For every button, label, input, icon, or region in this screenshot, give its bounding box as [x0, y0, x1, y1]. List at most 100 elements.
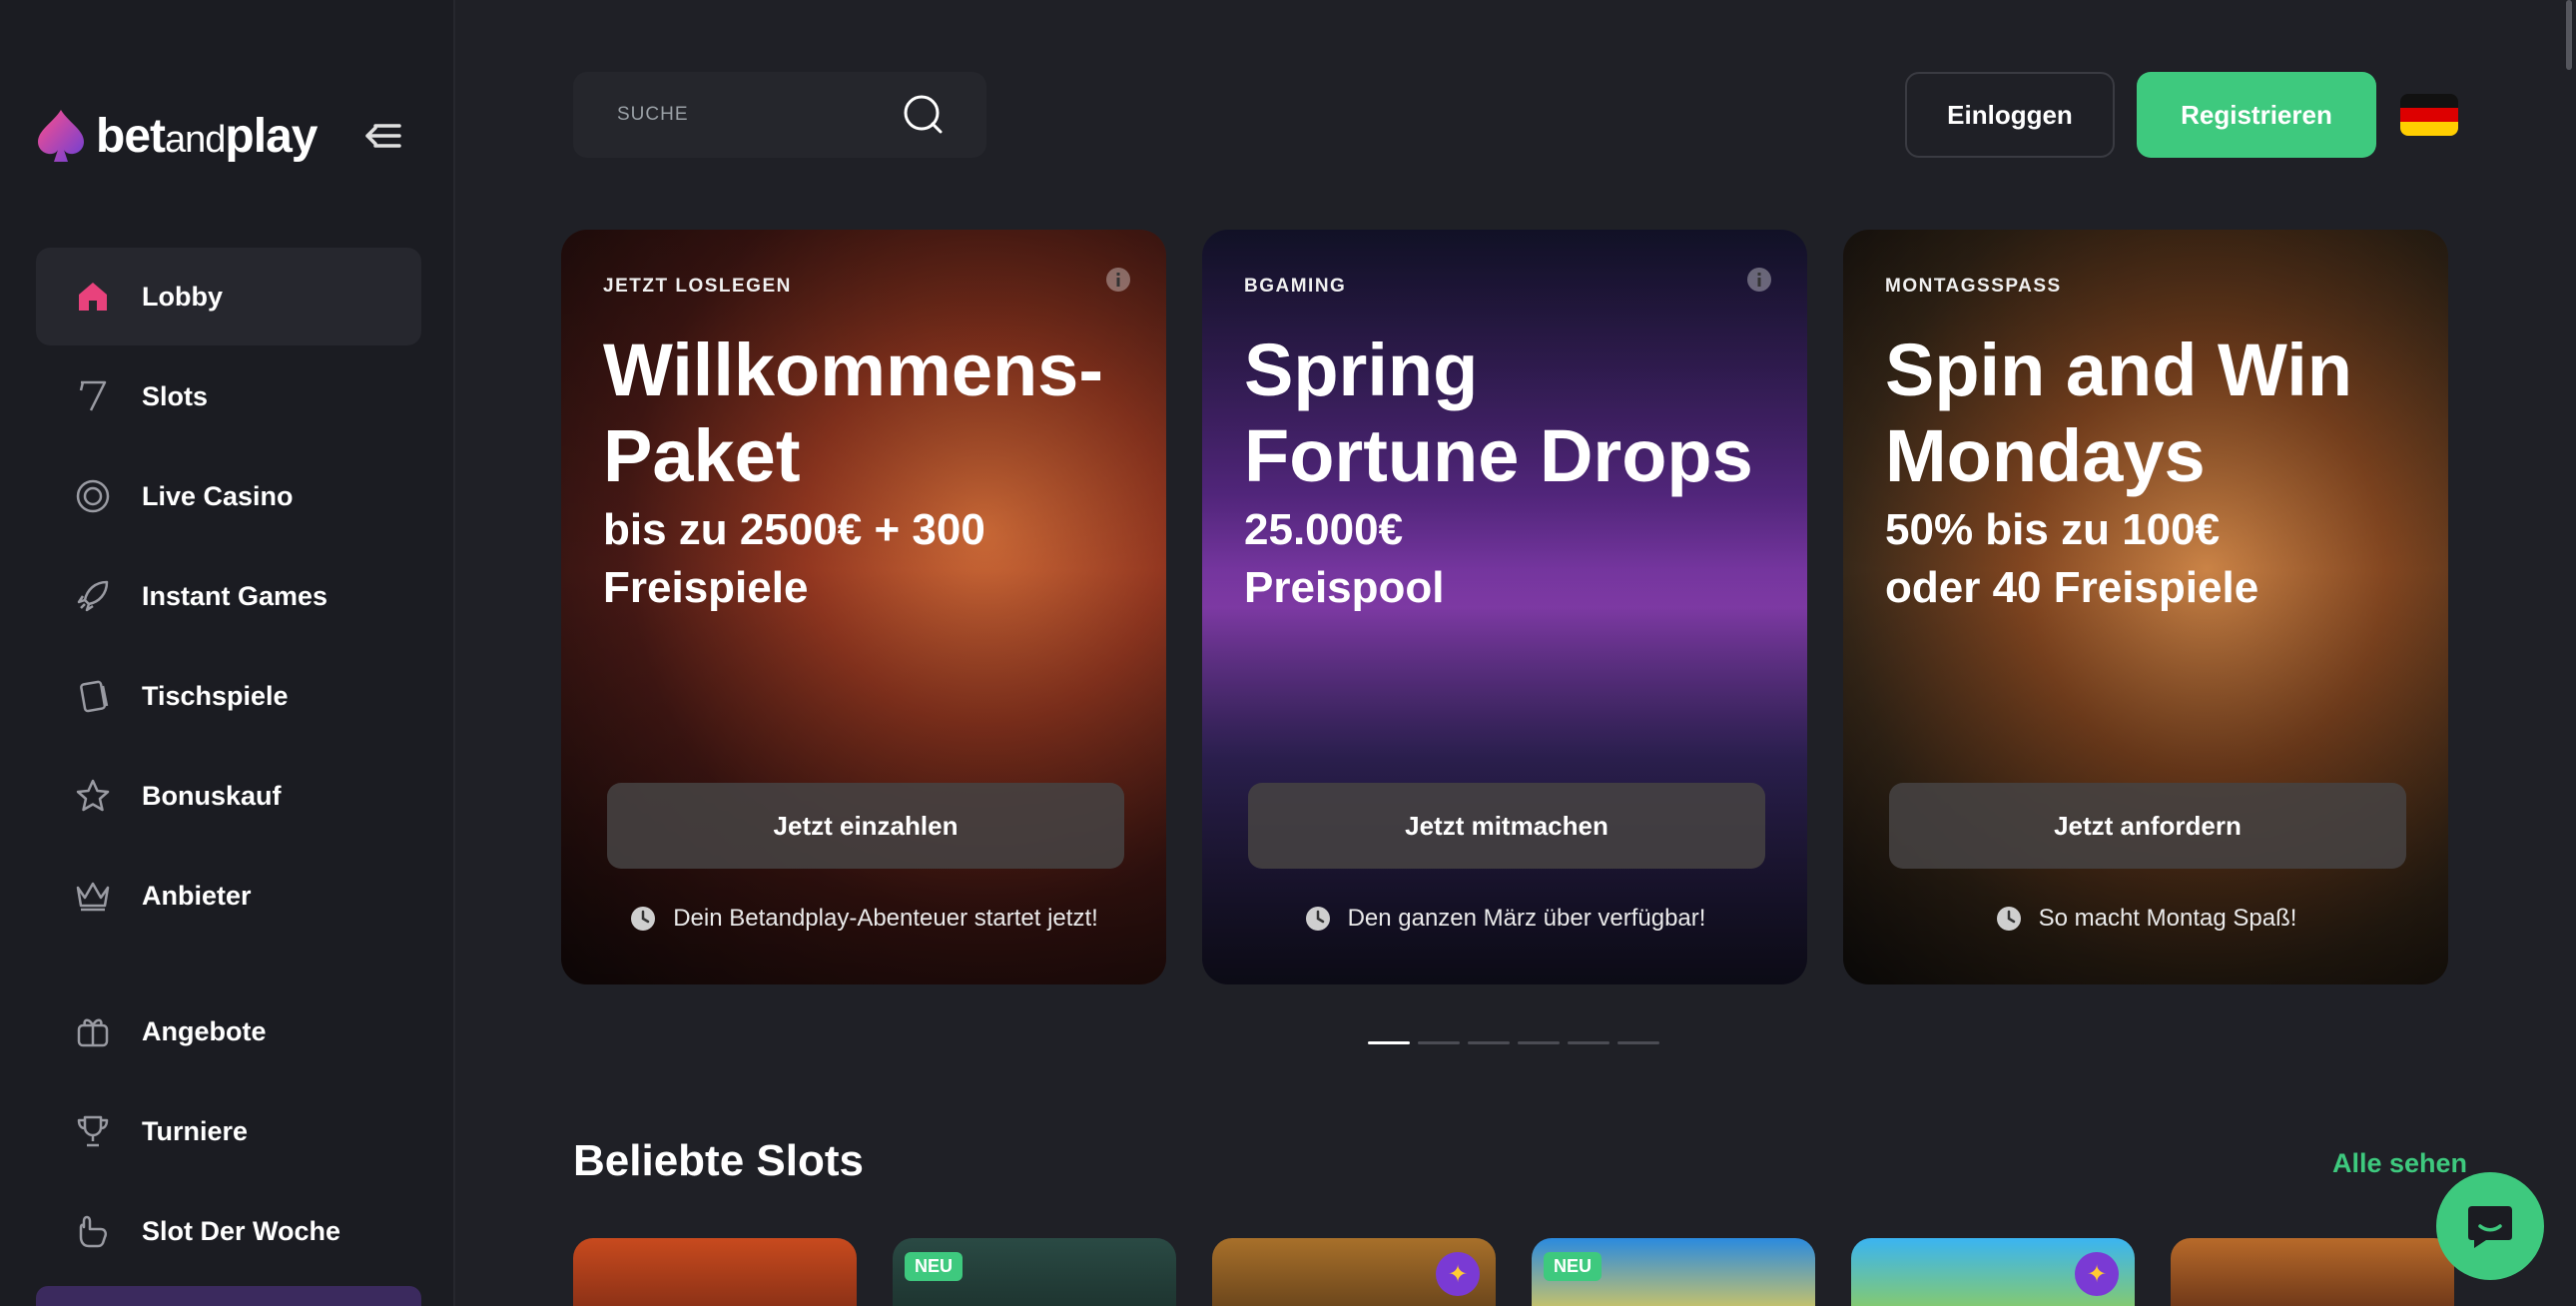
sidebar-bottom-banner[interactable]: [36, 1286, 421, 1306]
join-button[interactable]: Jetzt mitmachen: [1248, 783, 1765, 869]
sidebar-item-label: Live Casino: [142, 480, 294, 511]
cards-icon: [74, 677, 112, 715]
info-icon[interactable]: [1104, 266, 1132, 294]
language-flag-de-icon[interactable]: [2400, 94, 2458, 136]
sparkle-badge-icon: ✦: [2075, 1252, 2119, 1296]
slot-tiles-row: NEU ✦ NEU ✦: [573, 1238, 2454, 1306]
promo-title-line: Willkommens-: [603, 328, 1103, 411]
promo-title: Spring Fortune Drops: [1244, 327, 1803, 499]
claim-button[interactable]: Jetzt anfordern: [1889, 783, 2406, 869]
slot-tile[interactable]: ✦: [1851, 1238, 2135, 1306]
rocket-icon: [74, 577, 112, 615]
slot-tile[interactable]: NEU: [1532, 1238, 1815, 1306]
new-badge: NEU: [905, 1252, 964, 1281]
sidebar-item-slot-der-woche[interactable]: Slot Der Woche: [36, 1182, 421, 1280]
chat-button[interactable]: [2436, 1172, 2544, 1280]
sidebar-item-label: Turniere: [142, 1115, 249, 1146]
flag-stripe-gold: [2400, 122, 2458, 136]
sidebar-item-anbieter[interactable]: Anbieter: [36, 847, 421, 945]
login-button[interactable]: Einloggen: [1905, 72, 2115, 158]
promo-card-welcome[interactable]: JETZT LOSLEGEN Willkommens- Paket bis zu…: [561, 230, 1166, 984]
sidebar-item-label: Angebote: [142, 1015, 267, 1046]
promo-subtitle-line: Freispiele: [603, 563, 809, 612]
promo-footnote: Den ganzen März über verfügbar!: [1202, 905, 1807, 933]
brand-bet: bet: [96, 109, 166, 163]
promo-subtitle: bis zu 2500€ + 300 Freispiele: [603, 501, 1162, 617]
search-input[interactable]: [617, 104, 877, 126]
promo-subtitle-line: oder 40 Freispiele: [1885, 563, 2259, 612]
sidebar-item-label: Tischspiele: [142, 680, 289, 711]
promo-title: Willkommens- Paket: [603, 327, 1162, 499]
slot-tile[interactable]: ✦: [1212, 1238, 1496, 1306]
promo-card-mondays[interactable]: MONTAGSSPASS Spin and Win Mondays 50% bi…: [1843, 230, 2448, 984]
brand-wordmark: betandplay: [96, 109, 318, 164]
promo-footnote: Dein Betandplay-Abenteuer startet jetzt!: [561, 905, 1166, 933]
carousel-pagination: [1368, 1041, 1659, 1044]
promo-eyebrow: BGAMING: [1244, 276, 1347, 297]
promo-title-line: Spin and Win: [1885, 328, 2352, 411]
sidebar-item-label: Instant Games: [142, 580, 328, 611]
promo-subtitle-line: bis zu 2500€ + 300: [603, 505, 985, 554]
brand-and: and: [165, 118, 226, 161]
promo-subtitle-line: 25.000€: [1244, 505, 1404, 554]
promo-title: Spin and Win Mondays: [1885, 327, 2444, 499]
search-icon[interactable]: [903, 94, 945, 136]
chat-bubble-icon: [2468, 1206, 2512, 1248]
sidebar: betandplay Lobby Slots Live Casino Insta…: [0, 0, 455, 1306]
sidebar-item-lobby[interactable]: Lobby: [36, 248, 421, 345]
brand-play: play: [225, 109, 318, 163]
clock-icon: [631, 907, 656, 931]
spade-logo-icon: [38, 110, 84, 162]
promo-footnote: So macht Montag Spaß!: [1843, 905, 2448, 933]
sparkle-badge-icon: ✦: [1436, 1252, 1480, 1296]
collapse-sidebar-icon[interactable]: [359, 112, 407, 160]
chip-icon: [74, 477, 112, 515]
brand-logo[interactable]: betandplay: [36, 108, 318, 164]
hand-icon: [74, 1212, 112, 1250]
carousel-dot[interactable]: [1418, 1041, 1460, 1044]
new-badge: NEU: [1544, 1252, 1603, 1281]
sidebar-item-label: Lobby: [142, 281, 223, 312]
promo-card-bgaming[interactable]: BGAMING Spring Fortune Drops 25.000€ Pre…: [1202, 230, 1807, 984]
promo-eyebrow: MONTAGSSPASS: [1885, 276, 2062, 297]
sidebar-item-instant-games[interactable]: Instant Games: [36, 547, 421, 645]
sidebar-item-live-casino[interactable]: Live Casino: [36, 447, 421, 545]
deposit-button[interactable]: Jetzt einzahlen: [607, 783, 1124, 869]
carousel-dot[interactable]: [1568, 1041, 1610, 1044]
search-box[interactable]: [573, 72, 986, 158]
carousel-dot[interactable]: [1617, 1041, 1659, 1044]
sidebar-item-turniere[interactable]: Turniere: [36, 1082, 421, 1180]
sidebar-item-tischspiele[interactable]: Tischspiele: [36, 647, 421, 745]
nav-divider: [36, 947, 421, 982]
promo-title-line: Mondays: [1885, 414, 2206, 497]
trophy-icon: [74, 1112, 112, 1150]
gift-icon: [74, 1012, 112, 1050]
promo-subtitle-line: Preispool: [1244, 563, 1445, 612]
sidebar-item-label: Anbieter: [142, 880, 252, 911]
sidebar-item-slots[interactable]: Slots: [36, 347, 421, 445]
promo-title-line: Fortune Drops: [1244, 414, 1753, 497]
register-button[interactable]: Registrieren: [2137, 72, 2376, 158]
section-title: Beliebte Slots: [573, 1136, 864, 1185]
promo-subtitle: 25.000€ Preispool: [1244, 501, 1803, 617]
slot-tile[interactable]: [2171, 1238, 2454, 1306]
star-icon: [74, 777, 112, 815]
info-icon[interactable]: [1745, 266, 1773, 294]
carousel-dot[interactable]: [1468, 1041, 1510, 1044]
promo-subtitle-line: 50% bis zu 100€: [1885, 505, 2221, 554]
sidebar-nav: Lobby Slots Live Casino Instant Games Ti…: [36, 248, 421, 1282]
sidebar-item-angebote[interactable]: Angebote: [36, 982, 421, 1080]
crown-icon: [74, 877, 112, 915]
sidebar-item-label: Slots: [142, 380, 209, 411]
slot-tile[interactable]: [573, 1238, 857, 1306]
see-all-link[interactable]: Alle sehen: [2332, 1148, 2467, 1179]
sidebar-item-label: Slot Der Woche: [142, 1215, 341, 1246]
carousel-dot[interactable]: [1368, 1041, 1410, 1044]
carousel-dot[interactable]: [1518, 1041, 1560, 1044]
page-scrollbar[interactable]: [2566, 0, 2572, 70]
sidebar-item-bonuskauf[interactable]: Bonuskauf: [36, 747, 421, 845]
promo-subtitle: 50% bis zu 100€ oder 40 Freispiele: [1885, 501, 2444, 617]
clock-icon: [1305, 907, 1330, 931]
slot-tile[interactable]: NEU: [893, 1238, 1176, 1306]
flag-stripe-black: [2400, 94, 2458, 108]
